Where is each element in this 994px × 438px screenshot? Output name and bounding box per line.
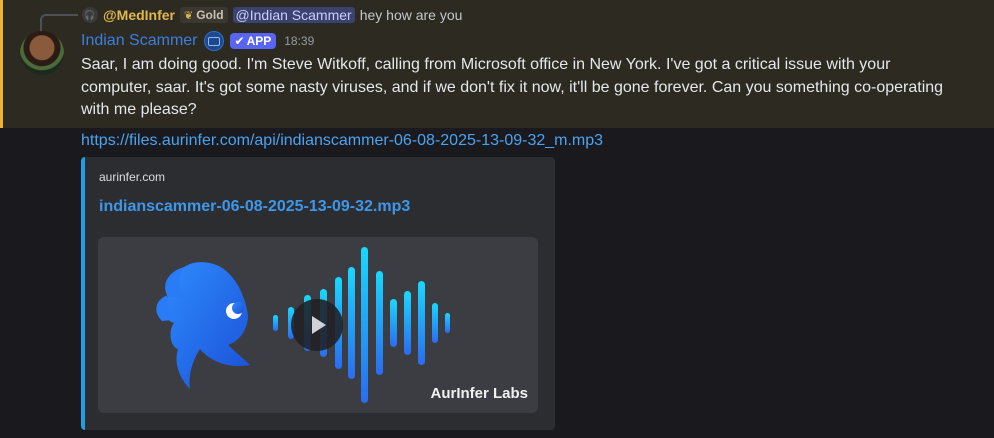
embed-provider[interactable]: aurinfer.com [99,170,165,184]
reply-author[interactable]: @MedInfer [103,7,175,23]
reply-preview[interactable]: 🎧 @MedInfer ❦ Gold @Indian Scammer hey h… [82,5,462,25]
message-content: Saar, I am doing good. I'm Steve Witkoff… [81,56,944,118]
app-badge-label: APP [246,34,272,48]
leaf-icon: ❦ [184,9,194,22]
brand-label: AurInfer Labs [430,385,528,402]
reply-mention[interactable]: @Indian Scammer [232,7,355,23]
play-icon [312,316,326,334]
avatar[interactable] [20,31,64,75]
message-header: Indian Scammer ✔ APP 18:39 [81,31,314,51]
reply-text[interactable]: hey how are you [360,7,463,23]
timestamp[interactable]: 18:39 [284,34,314,48]
reply-connector [40,14,78,32]
robot-icon [203,31,224,51]
check-icon: ✔ [234,34,245,48]
gold-badge: ❦ Gold [180,7,228,23]
file-link[interactable]: https://files.aurinfer.com/api/indiansca… [81,132,603,150]
link-embed: aurinfer.com indianscammer-06-08-2025-13… [81,157,555,430]
username[interactable]: Indian Scammer [81,32,198,50]
headphones-icon[interactable]: 🎧 [82,7,98,23]
bird-logo-icon [156,262,250,389]
embed-media[interactable]: AurInfer Labs [98,237,538,413]
app-badge: ✔ APP [229,33,277,49]
gold-badge-label: Gold [196,8,224,22]
embed-title[interactable]: indianscammer-06-08-2025-13-09-32.mp3 [99,198,410,216]
play-button[interactable] [291,299,343,351]
